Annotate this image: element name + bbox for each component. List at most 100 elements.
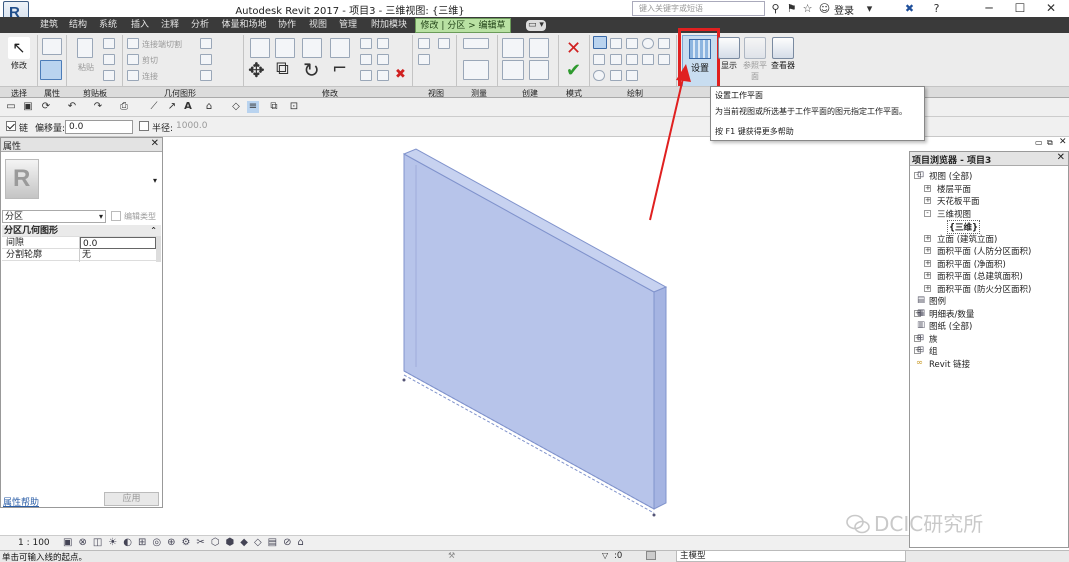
tab-architecture[interactable]: 建筑	[37, 18, 61, 33]
tab-collaborate[interactable]: 协作	[275, 18, 299, 33]
text-icon[interactable]: A	[182, 101, 194, 113]
radius-checkbox[interactable]	[139, 121, 149, 131]
tab-insert[interactable]: 插入	[128, 18, 152, 33]
user-icon[interactable]: ☺	[818, 2, 831, 15]
properties-help-link[interactable]: 属性帮助	[3, 495, 39, 508]
view-filter-icon[interactable]	[438, 38, 450, 49]
tree-expander-icon[interactable]: +	[924, 284, 931, 292]
tree-expander-icon[interactable]: -	[924, 209, 931, 217]
browser-tree-item[interactable]: 面积平面 (总建筑面积)	[937, 270, 1023, 282]
tab-addins[interactable]: 附加模块	[367, 18, 411, 33]
type-properties-icon[interactable]	[42, 38, 62, 55]
mirror-draw-icon[interactable]	[330, 38, 350, 58]
split-gap-icon[interactable]	[377, 38, 389, 49]
exchange-apps-icon[interactable]: ✖	[903, 2, 916, 15]
pick-lines-icon[interactable]	[626, 70, 638, 81]
browser-tree-item[interactable]: 楼层平面	[937, 183, 971, 195]
minimize-button[interactable]: ─	[974, 0, 1004, 17]
print-icon[interactable]: ⎙	[118, 101, 130, 113]
center-end-arc-icon[interactable]	[610, 54, 622, 65]
editable-only-icon[interactable]	[646, 551, 656, 560]
browser-tree-item[interactable]: 面积平面 (净面积)	[937, 258, 1006, 270]
gap-value-input[interactable]: 0.0	[80, 237, 156, 249]
tab-modify-edit-sketch[interactable]: 修改 | 分区 > 编辑草图	[415, 18, 511, 46]
copy-icon[interactable]	[103, 54, 115, 65]
browser-tree-item[interactable]: 天花板平面	[937, 195, 980, 207]
create-assembly-icon[interactable]	[502, 38, 524, 58]
array-icon[interactable]	[360, 54, 372, 65]
apply-button[interactable]: 应用	[104, 492, 159, 506]
tab-massing-site[interactable]: 体量和场地	[219, 18, 269, 33]
thin-lines-icon[interactable]: ≡	[247, 101, 259, 113]
tree-expander-icon[interactable]: +	[924, 234, 931, 242]
tree-expander-icon[interactable]: +	[924, 184, 931, 192]
default-3d-view-icon[interactable]: ⌂	[203, 101, 215, 113]
browser-tree-item[interactable]: Revit 链接	[929, 358, 970, 370]
split-face-icon[interactable]	[200, 38, 212, 49]
ribbon-minimize-toggle[interactable]: ▭ ▾	[526, 20, 546, 31]
delete-icon[interactable]: ✖	[395, 67, 406, 82]
measure-icon[interactable]: ⟋	[148, 101, 160, 113]
save-icon[interactable]: ▣	[22, 101, 34, 113]
sync-icon[interactable]: ⟳	[40, 101, 52, 113]
mirror-axis-icon[interactable]	[302, 38, 322, 58]
tree-expander-icon[interactable]: +	[924, 272, 931, 279]
create-parts-icon[interactable]	[529, 38, 549, 58]
subscription-icon[interactable]: ⚑	[785, 2, 798, 15]
binoculars-icon[interactable]: ⚲	[769, 2, 782, 15]
scale-icon[interactable]	[377, 54, 389, 65]
login-link[interactable]: 登录	[834, 2, 854, 17]
tree-expander-icon[interactable]: +	[924, 259, 931, 267]
ellipse-icon[interactable]	[593, 70, 605, 81]
reference-plane-button[interactable]: 参照平面	[741, 36, 769, 84]
tab-view[interactable]: 视图	[306, 18, 330, 33]
drawing-viewport[interactable]	[164, 137, 909, 535]
close-window-button[interactable]: ✕	[1036, 0, 1066, 17]
design-option-selector[interactable]: 主模型	[676, 550, 906, 562]
tab-annotate[interactable]: 注释	[158, 18, 182, 33]
tile-icon[interactable]: ⧉	[1047, 138, 1053, 148]
browser-tree-item[interactable]: 视图 (全部)	[929, 170, 972, 182]
line-tool-icon[interactable]	[593, 36, 607, 49]
cancel-edit-mode-button[interactable]: ✕	[566, 38, 581, 59]
browser-tree-item[interactable]: 立面 (建筑立面)	[937, 233, 997, 245]
radius-value[interactable]: 1000.0	[176, 121, 208, 131]
close-icon[interactable]: ✕	[1057, 152, 1065, 163]
tab-structure[interactable]: 结构	[66, 18, 90, 33]
circumscribed-polygon-icon[interactable]	[658, 38, 670, 49]
inscribed-polygon-icon[interactable]	[626, 38, 638, 49]
open-icon[interactable]: ▭	[5, 101, 17, 113]
paint-icon[interactable]	[200, 54, 212, 65]
browser-tree-item[interactable]: 三维视图	[937, 208, 971, 220]
tab-systems[interactable]: 系统	[96, 18, 120, 33]
start-end-arc-icon[interactable]	[593, 54, 605, 65]
show-work-plane-button[interactable]: 显示	[715, 36, 743, 84]
move-icon[interactable]: ✥	[248, 58, 265, 82]
view-control-icons[interactable]: ▣⊗◫☀◐⊞◎⊕⚙✂⬡⬢◆◇▤⊘⌂	[63, 537, 310, 548]
trim-extend-icon[interactable]: ⌐	[332, 58, 347, 79]
dimension-icon[interactable]	[463, 60, 489, 80]
redo-icon[interactable]: ↷	[92, 101, 104, 113]
maximize-button[interactable]: ☐	[1005, 0, 1035, 17]
rectangle-tool-icon[interactable]	[610, 38, 622, 49]
browser-tree-item[interactable]: 明细表/数量	[929, 308, 974, 320]
chain-checkbox[interactable]	[6, 121, 16, 131]
close-icon[interactable]: ✕	[151, 138, 159, 149]
modify-tool-button[interactable]: ↖ 修改	[5, 36, 33, 84]
clipboard-paste-icon[interactable]	[77, 38, 93, 58]
cut-icon[interactable]	[103, 38, 115, 49]
type-selector[interactable]: 分区 ▾	[2, 210, 106, 223]
favorites-star-icon[interactable]: ☆	[801, 2, 814, 15]
tab-manage[interactable]: 管理	[336, 18, 360, 33]
partial-ellipse-icon[interactable]	[610, 70, 622, 81]
properties-palette-icon[interactable]	[40, 60, 62, 80]
view-hide-icon[interactable]	[418, 38, 430, 49]
filter-icon[interactable]: ▽	[602, 551, 608, 560]
demolish-icon[interactable]	[200, 70, 212, 81]
browser-tree-item[interactable]: 组	[929, 345, 938, 357]
rotate-icon[interactable]: ↻	[303, 58, 320, 82]
circle-tool-icon[interactable]	[642, 38, 654, 49]
copy-elements-icon[interactable]: ⧉	[276, 58, 289, 79]
create-similar-icon[interactable]	[529, 60, 549, 80]
search-input[interactable]: 键入关键字或短语	[632, 1, 765, 16]
